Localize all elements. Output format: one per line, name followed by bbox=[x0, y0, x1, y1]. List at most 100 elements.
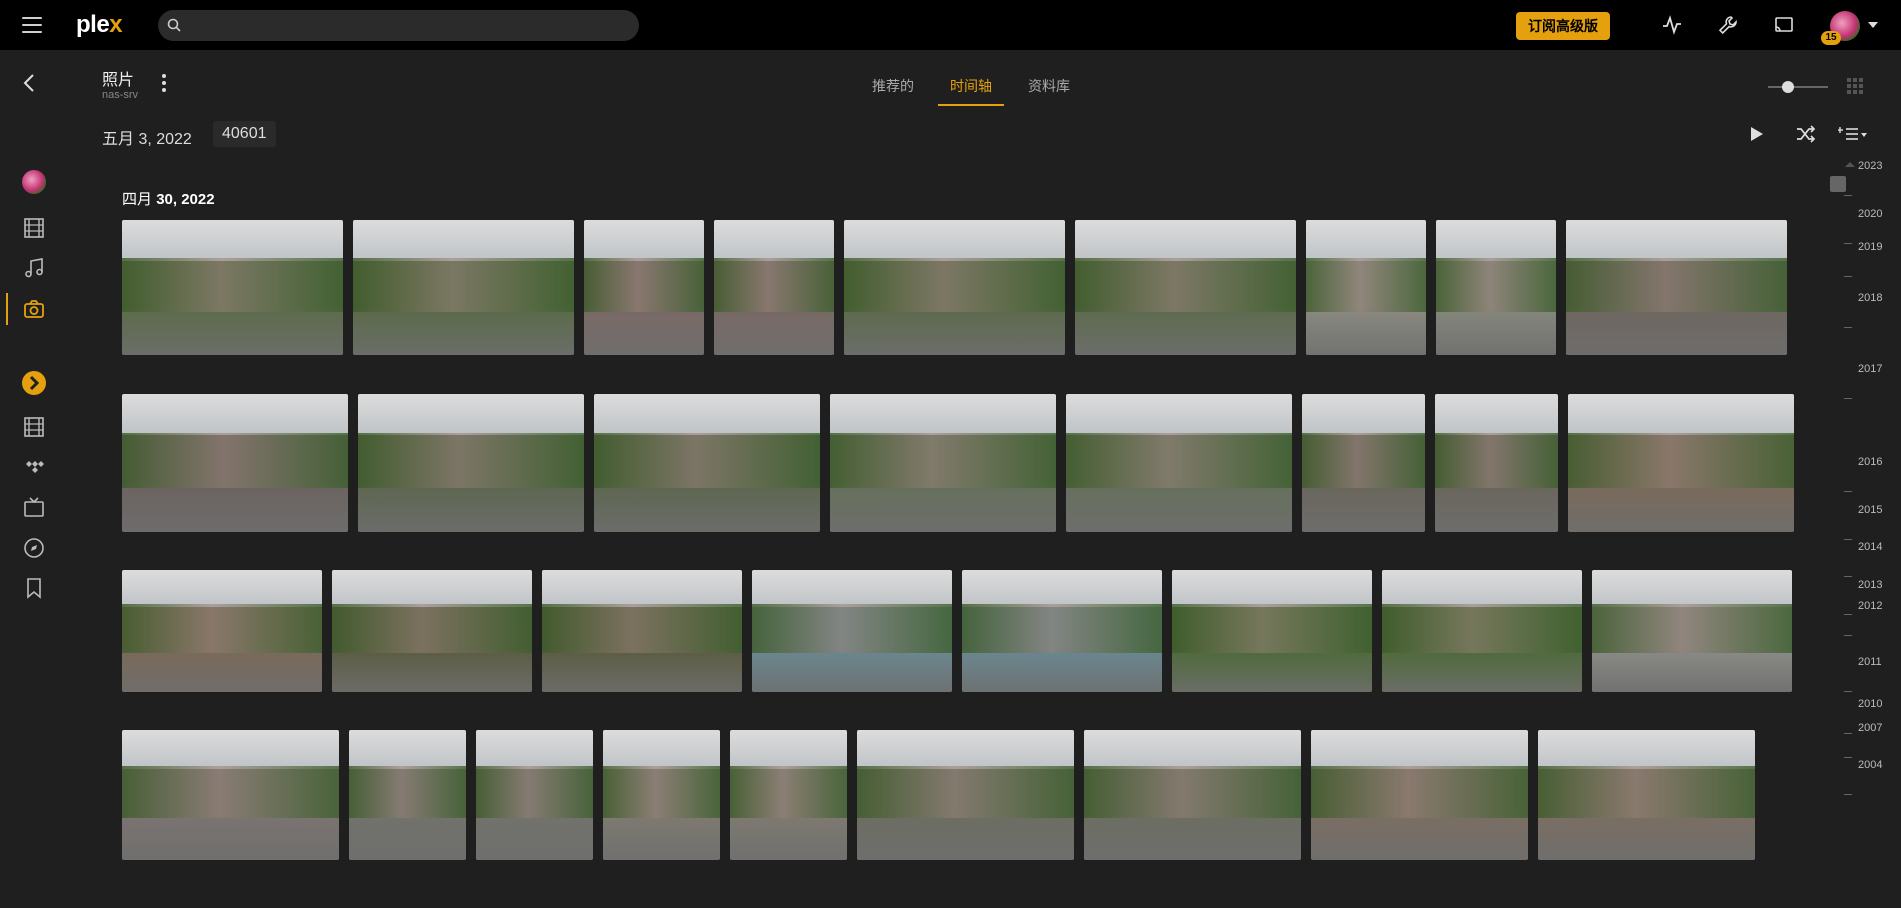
photo-thumbnail[interactable] bbox=[1382, 570, 1582, 692]
compass-icon[interactable] bbox=[22, 536, 46, 560]
photo-thumbnail[interactable] bbox=[714, 220, 834, 355]
camera-icon[interactable] bbox=[22, 297, 46, 321]
tab-library[interactable]: 资料库 bbox=[1016, 66, 1082, 106]
shuffle-icon[interactable] bbox=[1795, 124, 1817, 144]
chevron-down-icon[interactable] bbox=[1868, 22, 1878, 28]
timeline-tick bbox=[1844, 276, 1852, 277]
timeline-year-label[interactable]: 2010 bbox=[1858, 698, 1882, 710]
zoom-slider[interactable] bbox=[1768, 81, 1828, 93]
play-icon[interactable] bbox=[1745, 124, 1767, 144]
photo-thumbnail[interactable] bbox=[332, 570, 532, 692]
photo-scene bbox=[349, 766, 466, 819]
photo-thumbnail[interactable] bbox=[603, 730, 720, 860]
photo-thumbnail[interactable] bbox=[1568, 394, 1794, 532]
photo-thumbnail[interactable] bbox=[1538, 730, 1755, 860]
photo-grid bbox=[122, 220, 1806, 888]
plex-logo[interactable]: plex bbox=[76, 11, 123, 39]
timeline-year-label[interactable]: 2023 bbox=[1858, 160, 1882, 172]
wrench-icon[interactable] bbox=[1717, 14, 1739, 36]
music-icon[interactable] bbox=[22, 256, 46, 280]
timeline-year-label[interactable]: 2013 bbox=[1858, 579, 1882, 591]
photo-thumbnail[interactable] bbox=[122, 220, 343, 355]
timeline-year-label[interactable]: 2012 bbox=[1858, 600, 1882, 612]
photo-thumbnail[interactable] bbox=[353, 220, 574, 355]
photo-thumbnail[interactable] bbox=[1311, 730, 1528, 860]
timeline-year-label[interactable]: 2014 bbox=[1858, 541, 1882, 553]
more-options-icon[interactable] bbox=[160, 74, 168, 94]
search-input[interactable] bbox=[158, 10, 639, 41]
timeline-year-label[interactable]: 2019 bbox=[1858, 241, 1882, 253]
photo-sky bbox=[332, 570, 532, 607]
sort-list-icon[interactable] bbox=[1838, 124, 1868, 144]
photo-thumbnail[interactable] bbox=[584, 220, 704, 355]
timeline-scrubber-thumb[interactable] bbox=[1830, 176, 1846, 192]
photo-scene bbox=[1436, 257, 1556, 312]
photo-scene bbox=[1592, 604, 1792, 653]
photo-thumbnail[interactable] bbox=[594, 394, 820, 532]
photo-thumbnail[interactable] bbox=[1084, 730, 1301, 860]
film-icon[interactable] bbox=[22, 216, 46, 240]
photo-thumbnail[interactable] bbox=[830, 394, 1056, 532]
tab-timeline[interactable]: 时间轴 bbox=[938, 66, 1004, 106]
photo-thumbnail[interactable] bbox=[476, 730, 593, 860]
photo-thumbnail[interactable] bbox=[844, 220, 1065, 355]
timeline-year-label[interactable]: 2015 bbox=[1858, 504, 1882, 516]
photo-sky bbox=[1302, 394, 1425, 436]
photo-sky bbox=[358, 394, 584, 436]
library-title: 照片 bbox=[102, 72, 135, 89]
photo-thumbnail[interactable] bbox=[1066, 394, 1292, 532]
grid-icon[interactable] bbox=[1846, 77, 1864, 95]
photo-thumbnail[interactable] bbox=[1436, 220, 1556, 355]
timeline-year-label[interactable]: 2007 bbox=[1858, 722, 1882, 734]
film-icon[interactable] bbox=[22, 415, 46, 439]
sidebar-active-indicator bbox=[6, 293, 8, 325]
photo-scene bbox=[1538, 766, 1755, 819]
photo-thumbnail[interactable] bbox=[1592, 570, 1792, 692]
photo-scene bbox=[122, 257, 343, 312]
photo-thumbnail[interactable] bbox=[358, 394, 584, 532]
photo-thumbnail[interactable] bbox=[122, 394, 348, 532]
timeline-year-label[interactable]: 2018 bbox=[1858, 292, 1882, 304]
bookmark-icon[interactable] bbox=[22, 576, 46, 600]
scroll-up-arrow[interactable] bbox=[1845, 162, 1855, 167]
photo-thumbnail[interactable] bbox=[752, 570, 952, 692]
tab-recommended[interactable]: 推荐的 bbox=[860, 66, 926, 106]
photo-thumbnail[interactable] bbox=[1566, 220, 1787, 355]
timeline-scrubber[interactable]: 2023 2020 2019 2018 2017 2016 2015 2014 2013 2012… bbox=[1830, 160, 1900, 900]
photo-thumbnail[interactable] bbox=[857, 730, 1074, 860]
timeline-year-label[interactable]: 2011 bbox=[1858, 656, 1882, 668]
timeline-year-label[interactable]: 2004 bbox=[1858, 759, 1882, 771]
section-date-heading: 四月 30, 2022 bbox=[122, 191, 215, 208]
photo-thumbnail[interactable] bbox=[1306, 220, 1426, 355]
activity-icon[interactable] bbox=[1661, 14, 1683, 36]
menu-icon[interactable] bbox=[22, 17, 42, 33]
subscribe-premium-button[interactable]: 订阅高级版 bbox=[1516, 12, 1610, 40]
timeline-year-label[interactable]: 2020 bbox=[1858, 208, 1882, 220]
photo-thumbnail[interactable] bbox=[122, 730, 339, 860]
tv-icon[interactable] bbox=[22, 496, 46, 520]
zoom-slider-knob[interactable] bbox=[1782, 81, 1794, 93]
sidebar-item-home[interactable] bbox=[22, 170, 46, 194]
tidal-icon[interactable] bbox=[22, 455, 46, 479]
photo-thumbnail[interactable] bbox=[1302, 394, 1425, 532]
photo-scene bbox=[122, 604, 322, 653]
back-arrow-icon[interactable] bbox=[22, 72, 36, 94]
photo-thumbnail[interactable] bbox=[1435, 394, 1558, 532]
photo-sky bbox=[1084, 730, 1301, 769]
photo-scene bbox=[1066, 432, 1292, 488]
photo-thumbnail[interactable] bbox=[962, 570, 1162, 692]
plex-chevron-icon[interactable] bbox=[22, 371, 46, 395]
photo-scene bbox=[358, 432, 584, 488]
photo-thumbnail[interactable] bbox=[1172, 570, 1372, 692]
timeline-year-label[interactable]: 2017 bbox=[1858, 363, 1882, 375]
timeline-year-label[interactable]: 2016 bbox=[1858, 456, 1882, 468]
timeline-tick bbox=[1844, 576, 1852, 577]
photo-thumbnail[interactable] bbox=[542, 570, 742, 692]
photo-thumbnail[interactable] bbox=[1075, 220, 1296, 355]
photo-sky bbox=[476, 730, 593, 769]
cast-icon[interactable] bbox=[1773, 14, 1795, 36]
photo-sky bbox=[1568, 394, 1794, 436]
photo-thumbnail[interactable] bbox=[122, 570, 322, 692]
photo-thumbnail[interactable] bbox=[730, 730, 847, 860]
photo-thumbnail[interactable] bbox=[349, 730, 466, 860]
